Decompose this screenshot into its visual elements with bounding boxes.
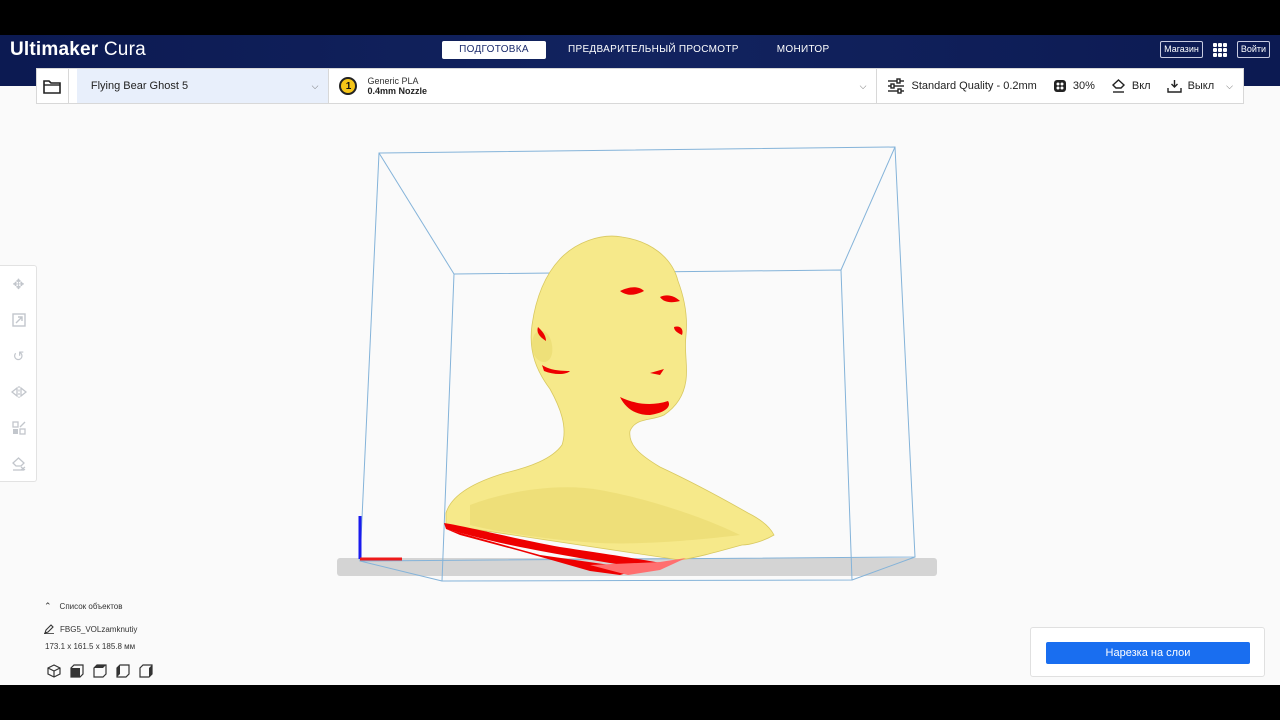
letterbox-top: [0, 0, 1280, 35]
chevron-down-icon: ⌵: [859, 80, 867, 91]
left-view-icon[interactable]: [115, 663, 130, 678]
printer-name: Flying Bear Ghost 5: [90, 80, 189, 92]
material-selector[interactable]: 1 Generic PLA 0.4mm Nozzle ⌵: [328, 69, 876, 103]
3d-viewport[interactable]: [0, 35, 1280, 685]
stage-tabs: ПОДГОТОВКА ПРЕДВАРИТЕЛЬНЫЙ ПРОСМОТР МОНИ…: [442, 41, 845, 59]
marketplace-button[interactable]: Магазин: [1160, 41, 1203, 58]
infill-icon: [1053, 80, 1066, 92]
login-button[interactable]: Войти: [1236, 41, 1270, 58]
app-logo: Ultimaker Cura: [10, 39, 146, 61]
front-view-icon[interactable]: [69, 663, 84, 678]
model-bust[interactable]: [444, 235, 775, 575]
cura-window: Ultimaker Cura ПОДГОТОВКА ПРЕДВАРИТЕЛЬНЫ…: [0, 35, 1280, 685]
3d-view-icon[interactable]: [46, 663, 61, 678]
rotate-icon[interactable]: ↺: [0, 338, 37, 374]
support-blocker-icon[interactable]: [0, 446, 37, 482]
chevron-down-icon: ⌵: [1226, 80, 1233, 91]
support-icon: [1111, 79, 1125, 93]
extruder-badge: 1: [339, 77, 358, 95]
logo-bold: Ultimaker: [10, 39, 99, 60]
tab-preview[interactable]: ПРЕДВАРИТЕЛЬНЫЙ ПРОСМОТР: [552, 41, 755, 59]
main-toolbar: Flying Bear Ghost 5 ⌵ 1 Generic PLA 0.4m…: [36, 68, 1244, 104]
print-settings-selector[interactable]: Standard Quality - 0.2mm 30% Вкл Выкл ⌵: [876, 69, 1243, 103]
header-actions: Магазин Войти: [1160, 41, 1270, 58]
sliders-icon: [888, 78, 905, 94]
chevron-up-icon: ⌃: [44, 601, 52, 611]
move-icon[interactable]: ✥: [0, 266, 37, 302]
scale-icon[interactable]: [0, 302, 37, 338]
material-name: Generic PLA: [367, 76, 419, 86]
object-dimensions: 173.1 x 161.5 x 185.8 мм: [45, 642, 136, 651]
adhesion-icon: [1166, 80, 1182, 93]
adhesion-value: Выкл: [1187, 80, 1215, 92]
mirror-icon[interactable]: [0, 374, 37, 410]
per-model-settings-icon[interactable]: [0, 410, 37, 446]
tab-monitor[interactable]: МОНИТОР: [761, 41, 846, 59]
right-view-icon[interactable]: [138, 663, 153, 678]
top-view-icon[interactable]: [92, 663, 107, 678]
nozzle-size: 0.4mm Nozzle: [367, 86, 428, 96]
pencil-icon[interactable]: [44, 624, 54, 634]
action-panel: Нарезка на слои: [1030, 627, 1265, 677]
object-list: ⌃ Список объектов FBG5_VOLzamknutiy 173.…: [44, 601, 153, 678]
support-value: Вкл: [1131, 80, 1151, 92]
object-list-toggle[interactable]: ⌃ Список объектов: [44, 601, 153, 612]
camera-view-buttons: [46, 663, 153, 678]
chevron-down-icon: ⌵: [311, 80, 319, 91]
letterbox-bottom: [0, 685, 1280, 720]
tab-prepare[interactable]: ПОДГОТОВКА: [442, 41, 546, 59]
origin-axes: [358, 516, 402, 561]
object-list-title: Список объектов: [59, 602, 123, 611]
logo-light: Cura: [103, 39, 146, 60]
quality-profile: Standard Quality - 0.2mm: [911, 80, 1037, 92]
slice-button[interactable]: Нарезка на слои: [1046, 642, 1250, 664]
object-list-item[interactable]: FBG5_VOLzamknutiy: [44, 624, 153, 634]
folder-icon: [43, 79, 61, 94]
open-file-button[interactable]: [36, 69, 69, 103]
printer-selector[interactable]: Flying Bear Ghost 5 ⌵: [76, 69, 329, 103]
infill-value: 30%: [1072, 80, 1095, 92]
tool-panel: ✥ ↺: [0, 265, 37, 482]
apps-grid-icon[interactable]: [1212, 42, 1227, 57]
object-file-name: FBG5_VOLzamknutiy: [60, 624, 138, 634]
